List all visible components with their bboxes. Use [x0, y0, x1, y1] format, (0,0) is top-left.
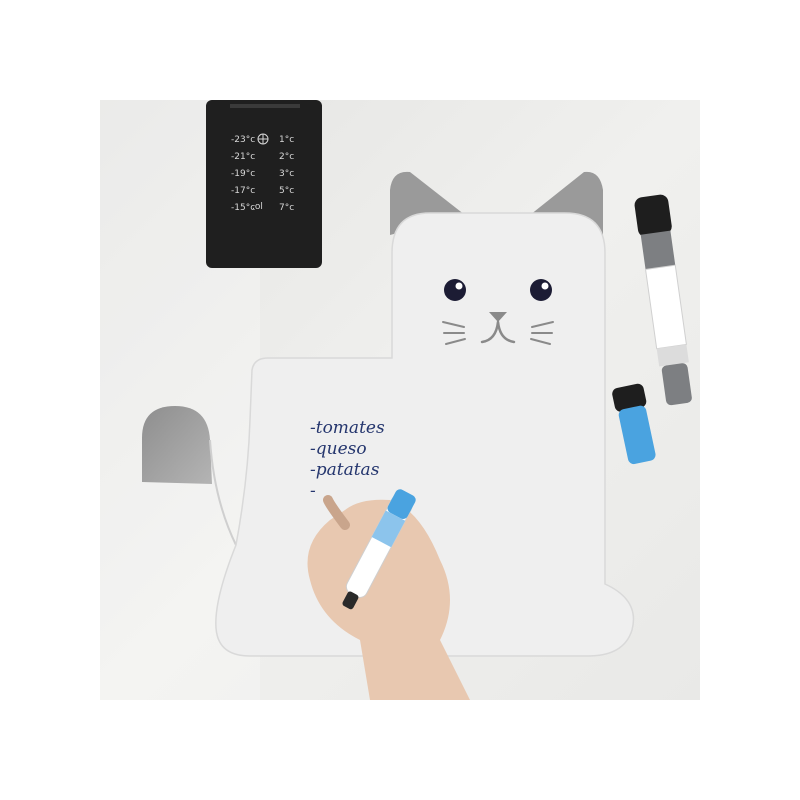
- fridge-temp-label: 5°c: [279, 186, 294, 196]
- freezer-temp-label: -17°c: [231, 186, 255, 196]
- freezer-temp-label: -23°c: [231, 135, 255, 145]
- fridge-temp-label: 2°c: [279, 152, 294, 162]
- freezer-temp-label: -15°c: [231, 203, 255, 213]
- list-item: -patatas: [310, 460, 380, 480]
- fridge-temp-label: 3°c: [279, 169, 294, 179]
- photo-scene: .ol -23°c -21°c -19°c -17°c -15°c 1°c 2°c 3°c 5…: [0, 0, 800, 800]
- list-item: -tomates: [310, 418, 385, 438]
- freezer-temp-label: -19°c: [231, 169, 255, 179]
- fridge-control-panel: .ol -23°c-21°c-19°c-17°c-15°c 1°c2°c3°c5…: [206, 100, 322, 268]
- list-item: -queso: [310, 439, 367, 459]
- list-item: -: [310, 481, 316, 501]
- snowflake-icon: [257, 133, 269, 145]
- fridge-temp-label: 1°c: [279, 135, 294, 145]
- fridge-temp-label: 7°c: [279, 203, 294, 213]
- freezer-temp-label: -21°c: [231, 152, 255, 162]
